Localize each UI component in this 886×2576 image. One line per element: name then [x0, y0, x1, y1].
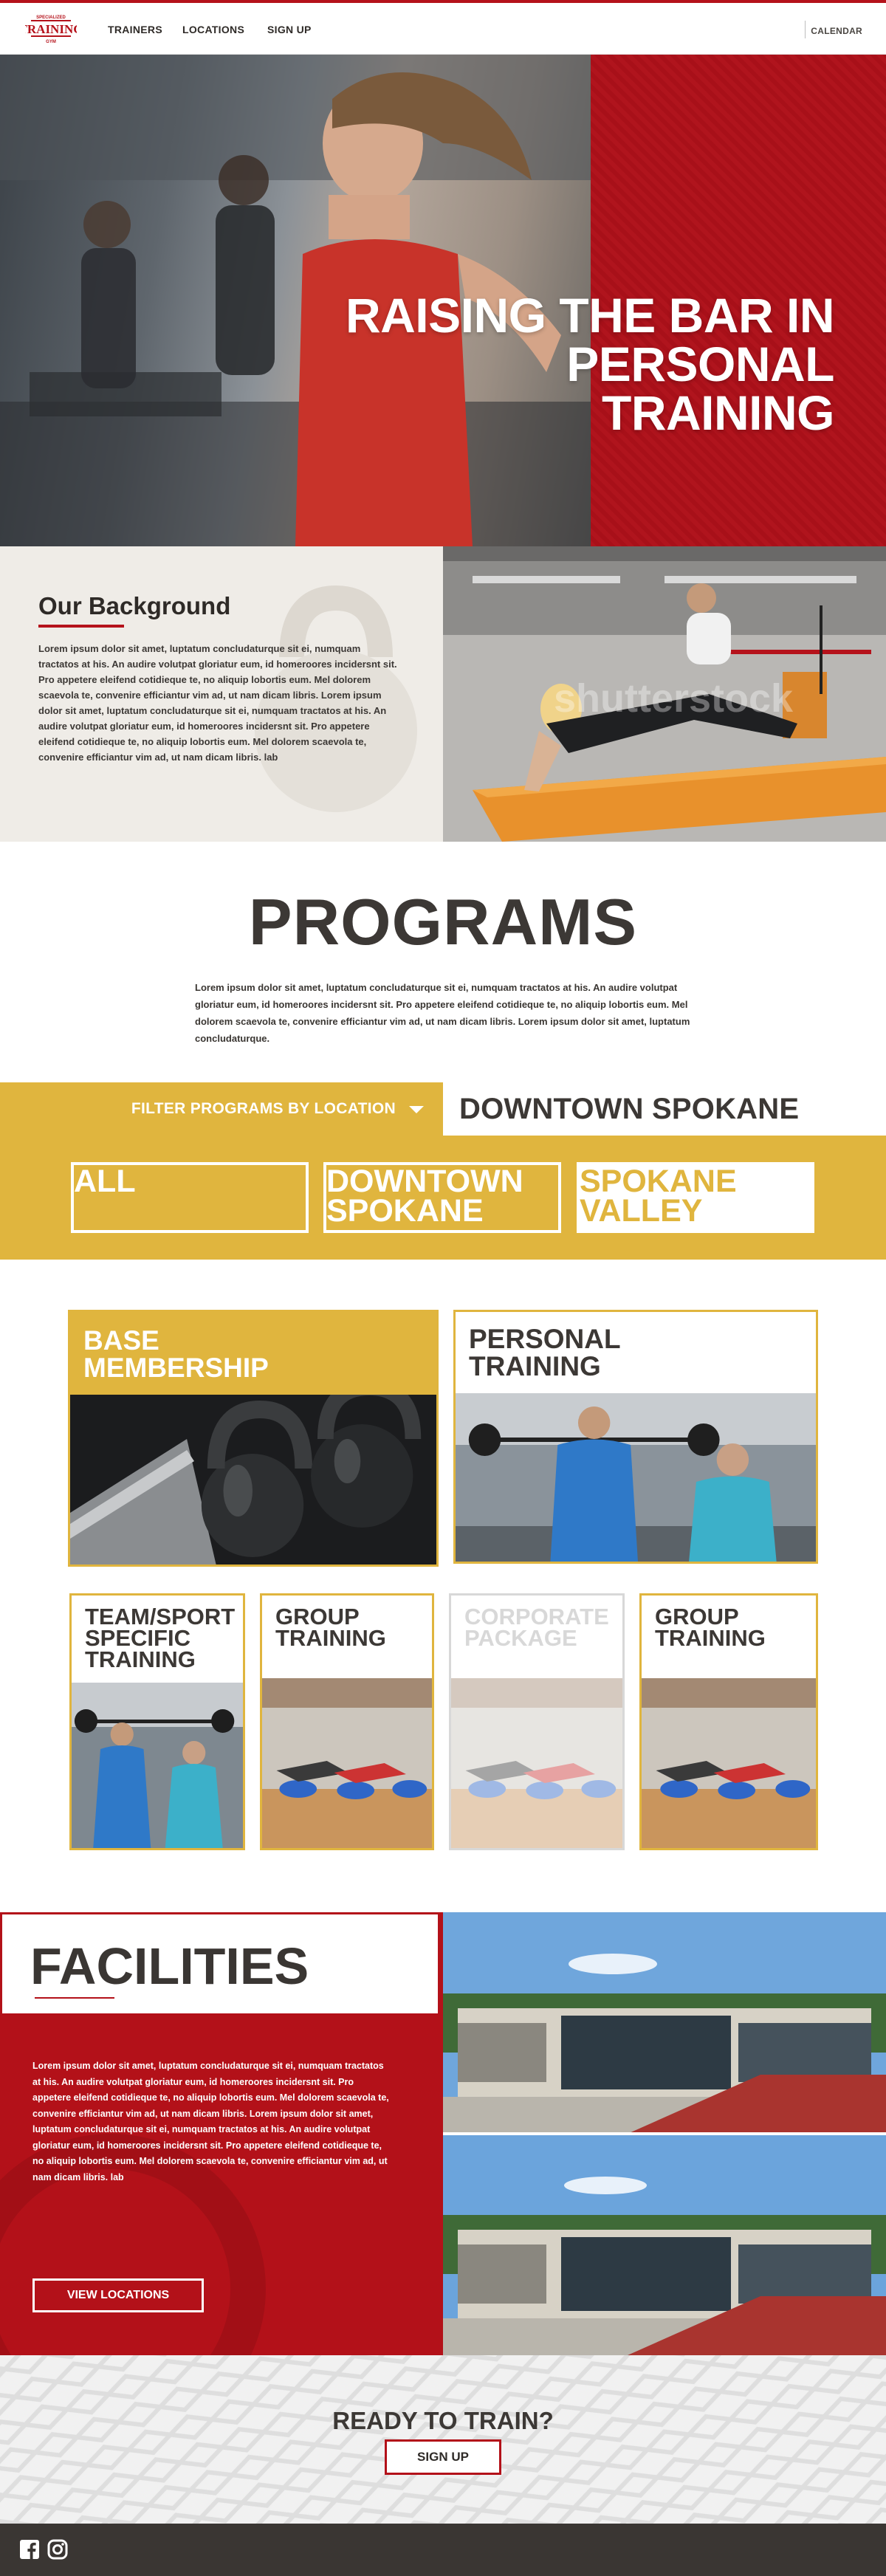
- group-class-image: [642, 1678, 816, 1848]
- facilities-title: FACILITIES: [30, 1937, 309, 1995]
- facilities-section: FACILITIES Lorem ipsum dolor sit amet, l…: [0, 1912, 886, 2355]
- program-card-corporate-package[interactable]: CORPORATE PACKAGE: [449, 1593, 625, 1850]
- facilities-title-underline: [35, 1997, 114, 1999]
- nav-trainers[interactable]: TRAINERS: [108, 24, 162, 35]
- background-text-panel: Our Background Lorem ipsum dolor sit ame…: [0, 546, 443, 842]
- background-title: Our Background: [38, 592, 231, 619]
- location-downtown-button[interactable]: DOWNTOWN SPOKANE: [323, 1162, 561, 1233]
- card-title: PERSONAL TRAINING: [469, 1324, 621, 1381]
- top-nav: SPECIALIZED TRAINING GYM TRAINERS LOCATI…: [0, 3, 886, 55]
- view-locations-button[interactable]: VIEW LOCATIONS: [32, 2278, 204, 2312]
- filter-dropdown-label: FILTER PROGRAMS BY LOCATION: [131, 1100, 396, 1117]
- program-card-base-membership[interactable]: BASE MEMBERSHIP: [68, 1310, 439, 1567]
- nav-locations[interactable]: LOCATIONS: [182, 24, 244, 35]
- hero: RAISING THE BAR IN PERSONAL TRAINING: [0, 55, 886, 546]
- program-card-group-training[interactable]: GROUP TRAINING: [260, 1593, 434, 1850]
- nav-divider: [805, 21, 806, 38]
- filter-selected-location: DOWNTOWN SPOKANE: [443, 1082, 886, 1136]
- chevron-down-icon: [409, 1106, 424, 1113]
- filter-dropdown[interactable]: FILTER PROGRAMS BY LOCATION: [0, 1082, 443, 1136]
- background-photo: shutterstock: [443, 546, 886, 842]
- facilities-text: Lorem ipsum dolor sit amet, luptatum con…: [32, 2061, 389, 2182]
- instagram-icon[interactable]: [47, 2539, 68, 2560]
- logo[interactable]: SPECIALIZED TRAINING GYM: [19, 12, 83, 46]
- team-sport-image: [72, 1683, 243, 1848]
- watermark-text: shutterstock: [554, 676, 794, 721]
- programs-intro: Lorem ipsum dolor sit amet, luptatum con…: [195, 982, 690, 1044]
- background-section: Our Background Lorem ipsum dolor sit ame…: [0, 546, 886, 842]
- background-title-underline: [38, 625, 124, 628]
- card-title: TEAM/SPORT SPECIFIC TRAINING: [85, 1604, 236, 1672]
- cta-sign-up-button[interactable]: SIGN UP: [385, 2439, 501, 2475]
- nav-sign-up[interactable]: SIGN UP: [267, 24, 312, 35]
- facilities-photos: [443, 1912, 886, 2355]
- location-valley-button[interactable]: SPOKANE VALLEY: [577, 1162, 814, 1233]
- facebook-icon[interactable]: [19, 2539, 40, 2560]
- kettlebells-image: [70, 1395, 436, 1565]
- cta-section: READY TO TRAIN? SIGN UP: [0, 2355, 886, 2524]
- card-title: GROUP TRAINING: [275, 1604, 386, 1651]
- hero-title: RAISING THE BAR IN PERSONAL TRAINING: [345, 288, 835, 440]
- footer: [0, 2524, 886, 2576]
- program-card-team-sport[interactable]: TEAM/SPORT SPECIFIC TRAINING: [69, 1593, 245, 1850]
- card-title: BASE MEMBERSHIP: [83, 1325, 269, 1383]
- svg-text:GYM: GYM: [46, 40, 56, 44]
- facilities-header: FACILITIES: [0, 1912, 440, 2016]
- location-filter: FILTER PROGRAMS BY LOCATION DOWNTOWN SPO…: [0, 1082, 886, 1260]
- cta-title: READY TO TRAIN?: [332, 2407, 554, 2434]
- location-all-button[interactable]: ALL: [71, 1162, 309, 1233]
- background-text: Lorem ipsum dolor sit amet, luptatum con…: [38, 643, 397, 763]
- personal-training-image: [456, 1393, 816, 1562]
- program-card-group-training-2[interactable]: GROUP TRAINING: [639, 1593, 818, 1850]
- group-class-image: [451, 1678, 622, 1848]
- program-card-personal-training[interactable]: PERSONAL TRAINING: [453, 1310, 818, 1564]
- svg-text:TRAINING: TRAINING: [25, 22, 77, 36]
- programs-title: PROGRAMS: [248, 885, 638, 958]
- facilities-text-panel: FACILITIES Lorem ipsum dolor sit amet, l…: [0, 1912, 443, 2355]
- group-class-image: [262, 1678, 432, 1848]
- nav-calendar[interactable]: CALENDAR: [811, 26, 862, 36]
- card-title: GROUP TRAINING: [655, 1604, 766, 1651]
- svg-text:SPECIALIZED: SPECIALIZED: [36, 16, 66, 20]
- card-title: CORPORATE PACKAGE: [464, 1604, 609, 1651]
